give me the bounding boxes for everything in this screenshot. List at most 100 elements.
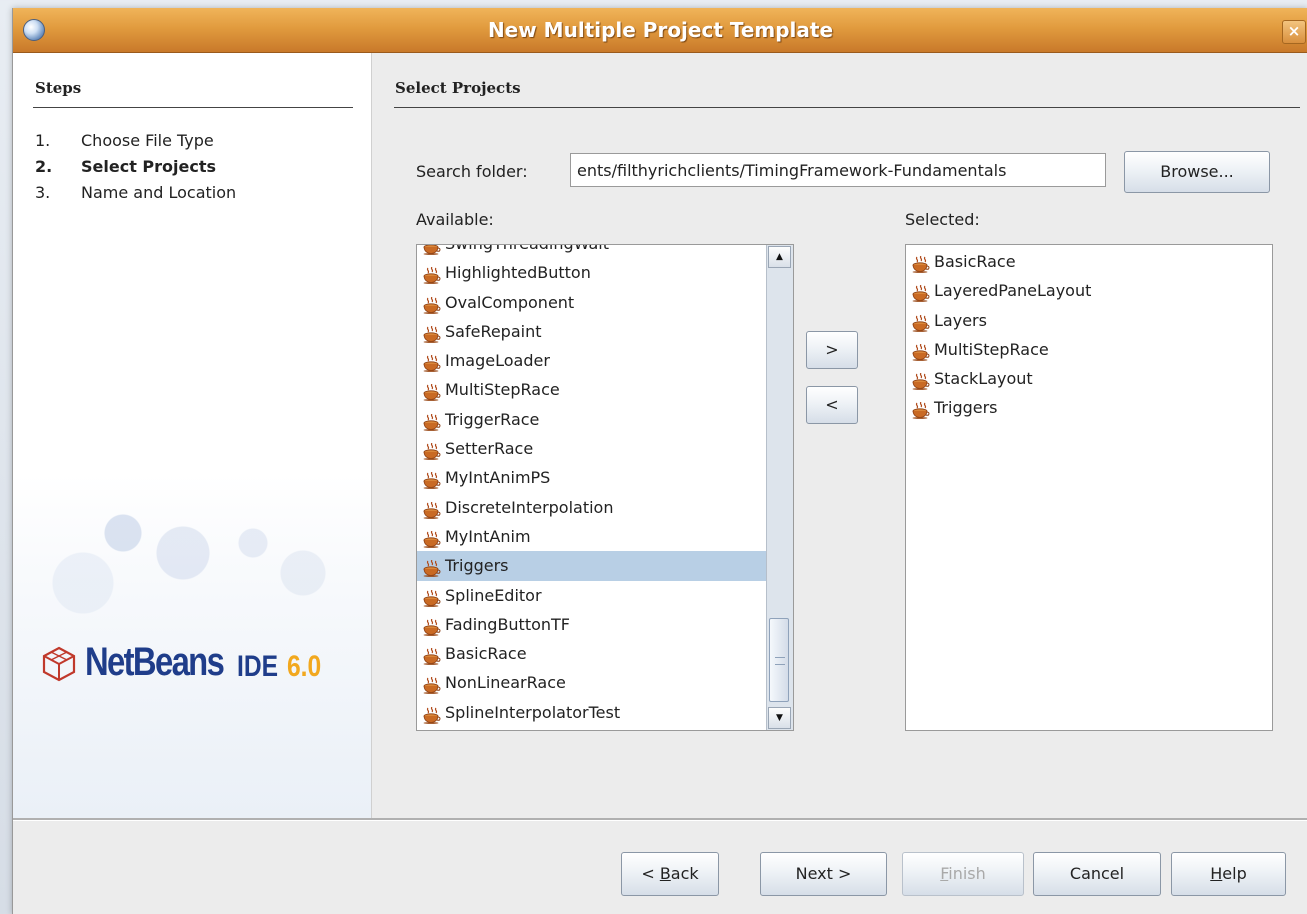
list-item-label: BasicRace [445, 644, 527, 664]
remove-project-button[interactable]: < [806, 386, 858, 424]
logo-ide-text: IDE [237, 650, 279, 683]
title-bar[interactable]: New Multiple Project Template × [13, 8, 1307, 53]
list-item-label: MyIntAnimPS [445, 468, 551, 488]
back-mnemonic: B [659, 864, 671, 883]
step-choose-file-type: 1. Choose File Type [35, 131, 214, 150]
help-mnemonic: H [1210, 864, 1223, 883]
list-item-label: SafeRepaint [445, 321, 542, 341]
list-item[interactable]: SwingThreadingWait [417, 245, 767, 258]
java-project-icon [423, 674, 441, 695]
list-item[interactable]: DiscreteInterpolation [417, 493, 767, 522]
add-project-button[interactable]: > [806, 331, 858, 369]
list-item[interactable]: HighlightedButton [417, 258, 767, 287]
list-item[interactable]: SetterRace [417, 434, 767, 463]
java-project-icon [423, 294, 441, 314]
list-item[interactable]: Triggers [417, 551, 767, 581]
selected-list-items: BasicRace LayeredPaneLayout Layers MultiSte… [906, 247, 1256, 423]
list-item-label: ImageLoader [445, 351, 550, 371]
list-item-label: OvalComponent [445, 292, 575, 312]
list-item-label: SplineInterpolatorTest [445, 702, 621, 722]
java-project-icon [423, 616, 441, 636]
available-scrollbar[interactable]: ▲ ▼ [766, 245, 793, 730]
step-number: 3. [35, 183, 51, 202]
java-project-icon [423, 440, 441, 460]
help-button[interactable]: Help [1171, 852, 1286, 896]
search-folder-input[interactable] [570, 153, 1106, 187]
java-project-icon [423, 245, 441, 255]
list-item-label: SplineEditor [445, 585, 542, 605]
list-item[interactable]: Triggers [906, 393, 1256, 422]
footer-divider [13, 818, 1307, 821]
selected-projects-list[interactable]: BasicRace LayeredPaneLayout Layers MultiSte… [905, 244, 1273, 731]
scrollbar-thumb[interactable] [769, 618, 789, 702]
java-project-icon [423, 557, 441, 578]
close-button[interactable]: × [1282, 20, 1306, 44]
list-item[interactable]: NonLinearRace [417, 668, 767, 697]
step-number: 1. [35, 131, 51, 150]
back-prefix: < [641, 864, 660, 883]
step-name-and-location: 3. Name and Location [35, 183, 236, 202]
available-list-items: SwingThreadingWait HighlightedButton OvalC… [417, 245, 767, 727]
scroll-up-icon[interactable]: ▲ [768, 246, 791, 268]
list-item[interactable]: BasicRace [906, 247, 1256, 276]
list-item-label: HighlightedButton [445, 263, 591, 283]
list-item[interactable]: SplineEditor [417, 581, 767, 610]
java-project-icon [423, 264, 441, 285]
list-item[interactable]: MultiStepRace [417, 375, 767, 404]
java-project-icon [423, 381, 441, 402]
search-folder-label: Search folder: [416, 162, 528, 181]
list-item[interactable]: Layers [906, 306, 1256, 335]
list-item[interactable]: MultiStepRace [906, 335, 1256, 364]
list-item-label: Triggers [445, 556, 509, 576]
dialog-window: New Multiple Project Template × Steps 1.… [12, 8, 1307, 914]
list-item-label: MyIntAnim [445, 526, 531, 546]
list-item-label: DiscreteInterpolation [445, 497, 614, 517]
finish-rest: inish [948, 864, 986, 883]
java-project-icon [912, 370, 930, 391]
java-project-icon [423, 704, 441, 724]
java-project-icon [423, 587, 441, 607]
list-item[interactable]: MyIntAnimPS [417, 463, 767, 492]
decorative-bubbles [43, 493, 343, 633]
list-item[interactable]: FadingButtonTF [417, 610, 767, 639]
java-project-icon [423, 352, 441, 373]
list-item[interactable]: MyIntAnim [417, 522, 767, 551]
grip-icon [775, 657, 785, 665]
select-projects-panel: Select Projects Search folder: Browse...… [372, 53, 1307, 818]
finish-button[interactable]: Finish [902, 852, 1024, 896]
steps-panel: Steps 1. Choose File Type 2. Select Projec… [13, 53, 372, 818]
next-button[interactable]: Next > [760, 852, 887, 896]
window-title: New Multiple Project Template [487, 18, 834, 42]
list-item-label: SetterRace [445, 439, 534, 459]
available-projects-list[interactable]: SwingThreadingWait HighlightedButton OvalC… [416, 244, 794, 731]
java-project-icon [912, 253, 930, 273]
list-item-label: StackLayout [934, 369, 1033, 389]
list-item[interactable]: TriggerRace [417, 405, 767, 434]
list-item[interactable]: StackLayout [906, 364, 1256, 393]
list-item[interactable]: SplineInterpolatorTest [417, 698, 767, 727]
list-item-label: BasicRace [934, 252, 1016, 271]
java-project-icon [912, 312, 930, 332]
step-select-projects: 2. Select Projects [35, 157, 216, 176]
scroll-down-icon[interactable]: ▼ [768, 707, 791, 729]
list-item-label: LayeredPaneLayout [934, 281, 1092, 301]
list-item[interactable]: OvalComponent [417, 288, 767, 317]
java-project-icon [423, 528, 441, 548]
list-item[interactable]: BasicRace [417, 639, 767, 668]
browse-button[interactable]: Browse... [1124, 151, 1270, 193]
list-item-label: Triggers [934, 398, 998, 418]
step-label: Name and Location [81, 183, 237, 202]
list-item-label: FadingButtonTF [445, 614, 571, 634]
back-button[interactable]: < Back [621, 852, 719, 896]
list-item[interactable]: LayeredPaneLayout [906, 276, 1256, 305]
java-project-icon [423, 469, 441, 490]
netbeans-cube-icon [42, 646, 76, 682]
back-rest: ack [670, 864, 699, 883]
cancel-button[interactable]: Cancel [1033, 852, 1161, 896]
list-item[interactable]: SafeRepaint [417, 317, 767, 346]
available-label: Available: [416, 210, 494, 229]
step-label: Choose File Type [81, 131, 214, 150]
list-item[interactable]: ImageLoader [417, 346, 767, 375]
selected-label: Selected: [905, 210, 980, 229]
list-item-label: MultiStepRace [934, 339, 1049, 359]
